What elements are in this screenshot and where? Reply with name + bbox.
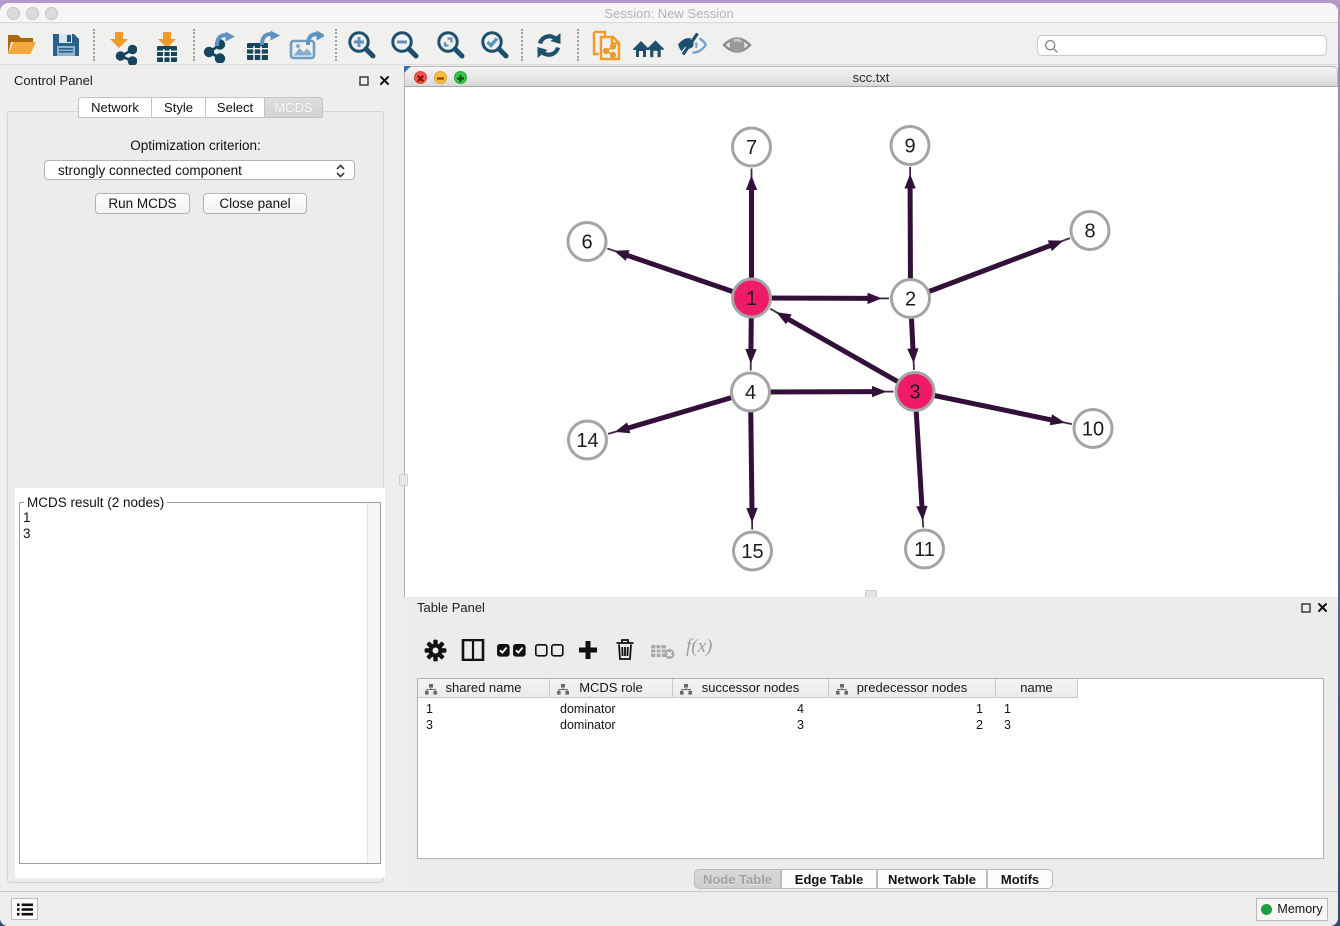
svg-text:3: 3 [909, 382, 920, 404]
svg-text:11: 11 [914, 539, 935, 561]
svg-text:1: 1 [746, 288, 757, 310]
svg-text:4: 4 [745, 382, 756, 404]
svg-text:9: 9 [904, 136, 915, 158]
svg-text:10: 10 [1082, 419, 1104, 441]
svg-text:15: 15 [741, 541, 763, 563]
svg-text:7: 7 [746, 137, 757, 159]
svg-text:2: 2 [905, 289, 916, 311]
svg-text:8: 8 [1084, 221, 1095, 243]
svg-text:6: 6 [581, 232, 592, 254]
svg-text:14: 14 [576, 430, 598, 452]
